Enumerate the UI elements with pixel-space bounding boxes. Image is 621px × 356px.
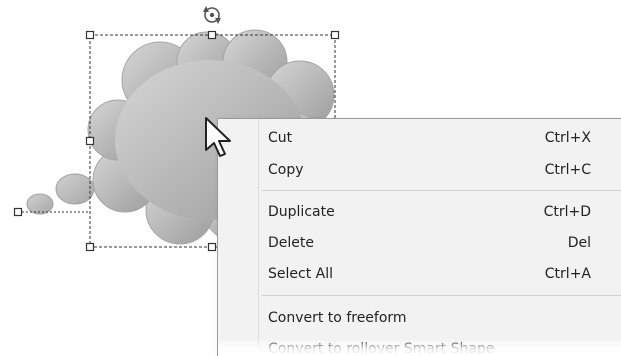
menu-item-label: Cut (268, 130, 293, 146)
menu-item-label: Copy (268, 162, 304, 178)
menu-item-convert-to-rollover-smart-shape[interactable]: Convert to rollover Smart Shape (260, 334, 621, 356)
menu-item-cut[interactable]: Cut Ctrl+X (260, 123, 621, 153)
menu-item-label: Duplicate (268, 204, 335, 220)
menu-item-label: Convert to rollover Smart Shape (268, 341, 495, 356)
resize-handle-bottom-left[interactable] (85, 242, 95, 252)
menu-item-select-all[interactable]: Select All Ctrl+A (260, 259, 621, 289)
menu-item-shortcut: Ctrl+D (543, 204, 591, 220)
menu-item-label: Select All (268, 266, 333, 282)
menu-separator (262, 190, 621, 191)
menu-item-label: Convert to freeform (268, 310, 407, 326)
resize-handle-bottom-center[interactable] (207, 242, 217, 252)
menu-item-delete[interactable]: Delete Del (260, 228, 621, 258)
menu-item-convert-to-freeform[interactable]: Convert to freeform (260, 303, 621, 333)
menu-icon-gutter (258, 119, 259, 356)
menu-item-shortcut: Ctrl+X (544, 130, 591, 146)
resize-handle-top-right[interactable] (330, 30, 340, 40)
thought-bubble-tail[interactable] (26, 173, 95, 215)
menu-item-shortcut: Ctrl+A (544, 266, 591, 282)
tail-handle[interactable] (13, 207, 23, 217)
menu-item-duplicate[interactable]: Duplicate Ctrl+D (260, 197, 621, 227)
menu-item-shortcut: Del (567, 235, 591, 251)
rotate-handle-icon[interactable] (203, 6, 221, 24)
menu-item-label: Delete (268, 235, 314, 251)
resize-handle-top-left[interactable] (85, 30, 95, 40)
menu-separator (262, 295, 621, 296)
context-menu: Cut Ctrl+X Copy Ctrl+C Duplicate Ctrl+D … (217, 118, 621, 356)
menu-item-copy[interactable]: Copy Ctrl+C (260, 155, 621, 185)
menu-item-shortcut: Ctrl+C (544, 162, 591, 178)
mouse-pointer-icon (205, 117, 231, 157)
resize-handle-middle-left[interactable] (85, 136, 95, 146)
resize-handle-top-center[interactable] (207, 30, 217, 40)
